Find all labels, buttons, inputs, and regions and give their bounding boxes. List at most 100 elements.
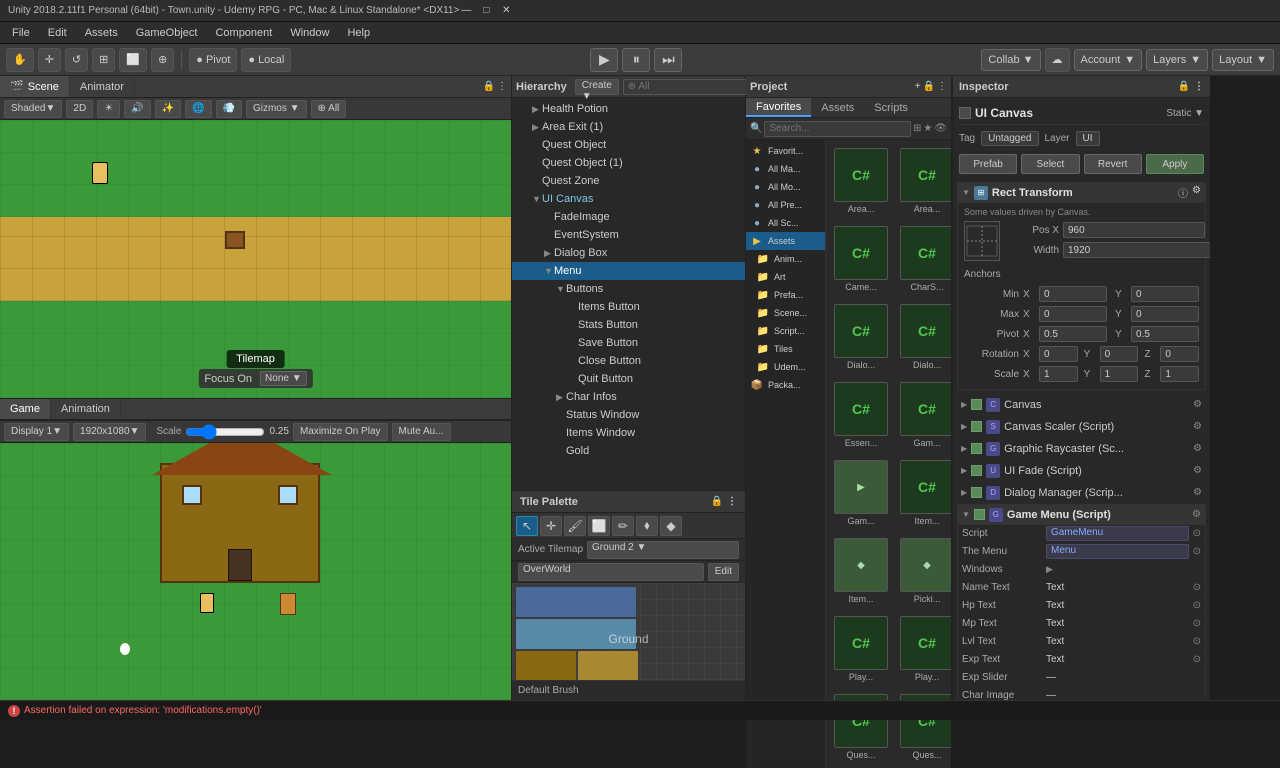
asset-item-came[interactable]: C# Came... (830, 222, 892, 296)
select-button[interactable]: Select (1021, 154, 1079, 174)
2d-button[interactable]: 2D (66, 100, 93, 118)
raycaster-checkbox[interactable] (971, 443, 982, 454)
scene-tab[interactable]: 🎬 Scene (0, 76, 70, 97)
proj-item-animations[interactable]: 📁 Anim... (746, 250, 825, 268)
canvas-checkbox[interactable] (971, 399, 982, 410)
hier-item-fade-image[interactable]: FadeImage (512, 208, 745, 226)
ui-fade-checkbox[interactable] (971, 465, 982, 476)
menu-component[interactable]: Component (207, 25, 280, 41)
canvas-scaler-component[interactable]: ▶ S Canvas Scaler (Script) ⚙ (957, 416, 1206, 438)
layer-value[interactable]: UI (1076, 131, 1100, 146)
game-scene[interactable] (0, 443, 511, 700)
play-button[interactable]: ▶ (590, 48, 618, 72)
rot-x-input[interactable] (1039, 346, 1078, 362)
proj-tab-favorites[interactable]: Favorites (746, 98, 811, 117)
mute-btn[interactable]: Mute Au... (392, 423, 451, 441)
hier-item-char-infos[interactable]: ▶ Char Infos (512, 388, 745, 406)
asset-item-dialo2[interactable]: C# Dialo... (896, 300, 951, 374)
asset-item-dialo1[interactable]: C# Dialo... (830, 300, 892, 374)
menu-gameobject[interactable]: GameObject (128, 25, 206, 41)
asset-item-picki[interactable]: ◆ Picki... (896, 534, 951, 608)
raycaster-component[interactable]: ▶ G Graphic Raycaster (Sc... ⚙ (957, 438, 1206, 460)
scaler-checkbox[interactable] (971, 421, 982, 432)
menu-window[interactable]: Window (282, 25, 337, 41)
proj-item-tiles[interactable]: 📁 Tiles (746, 340, 825, 358)
resolution-dropdown[interactable]: 1920x1080 ▼ (73, 423, 146, 441)
hier-item-save-button[interactable]: Save Button (512, 334, 745, 352)
animation-tab[interactable]: Animation (51, 399, 121, 419)
scene-more-icon[interactable]: ⋮ (497, 81, 507, 92)
eyedrop-btn[interactable]: ◆ (660, 516, 682, 536)
canvas-gear[interactable]: ⚙ (1193, 399, 1202, 410)
width-input[interactable] (1063, 242, 1210, 258)
ui-fade-component[interactable]: ▶ U UI Fade (Script) ⚙ (957, 460, 1206, 482)
game-menu-checkbox[interactable] (974, 509, 985, 520)
hier-item-stats-button[interactable]: Stats Button (512, 316, 745, 334)
rect-transform-header[interactable]: ▼ ⊞ Rect Transform ⓘ ⚙ (958, 183, 1205, 203)
revert-button[interactable]: Revert (1084, 154, 1142, 174)
min-x-input[interactable] (1039, 286, 1107, 302)
proj-item-all-materials[interactable]: ● All Ma... (746, 160, 825, 178)
tile-canvas-area[interactable]: Ground (512, 583, 745, 680)
proj-item-prefabs[interactable]: 📁 Prefa... (746, 286, 825, 304)
static-dropdown[interactable]: Static ▼ (1166, 108, 1204, 119)
pivot-x-input[interactable] (1039, 326, 1107, 342)
project-search-input[interactable] (764, 121, 910, 137)
menu-edit[interactable]: Edit (40, 25, 75, 41)
move-tool-button[interactable]: ✛ (38, 48, 61, 72)
asset-item-gam2[interactable]: ▶ Gam... (830, 456, 892, 530)
close-button[interactable]: ✕ (499, 4, 513, 18)
fog-button[interactable]: 💨 (216, 100, 242, 118)
fx-button[interactable]: ✨ (155, 100, 181, 118)
hier-item-quest-obj[interactable]: Quest Object (512, 136, 745, 154)
hand-tool-button[interactable]: ✋ (6, 48, 34, 72)
hier-item-menu[interactable]: ▼ Menu (512, 262, 745, 280)
shading-dropdown[interactable]: Shaded ▼ (4, 100, 62, 118)
asset-item-area1[interactable]: C# Area... (830, 144, 892, 218)
insp-more-icon[interactable]: ⋮ (1194, 81, 1204, 92)
hierarchy-search[interactable] (623, 79, 765, 95)
game-menu-header[interactable]: ▼ G Game Menu (Script) ⚙ (958, 505, 1205, 525)
pos-x-input[interactable] (1063, 222, 1205, 238)
hier-item-ui-canvas[interactable]: ▼ UI Canvas (512, 190, 745, 208)
dialog-checkbox[interactable] (971, 487, 982, 498)
proj-tab-scripts[interactable]: Scripts (864, 98, 918, 117)
hier-item-quit-button[interactable]: Quit Button (512, 370, 745, 388)
collab-dropdown[interactable]: Collab ▼ (981, 49, 1040, 71)
gizmos-dropdown[interactable]: Gizmos ▼ (246, 100, 307, 118)
obj-active-checkbox[interactable] (959, 107, 971, 119)
dialog-gear[interactable]: ⚙ (1193, 487, 1202, 498)
canvas-component[interactable]: ▶ C Canvas ⚙ (957, 394, 1206, 416)
max-y-input[interactable] (1131, 306, 1199, 322)
pause-button[interactable]: ⏸ (622, 48, 650, 72)
proj-item-all-prefabs[interactable]: ● All Pre... (746, 196, 825, 214)
account-dropdown[interactable]: Account ▼ (1074, 49, 1143, 71)
maximize-button[interactable]: □ (479, 4, 493, 18)
asset-item-area2[interactable]: C# Area... (896, 144, 951, 218)
raycaster-gear[interactable]: ⚙ (1193, 443, 1202, 454)
hier-item-event-system[interactable]: EventSystem (512, 226, 745, 244)
proj-item-packages[interactable]: 📦 Packa... (746, 376, 825, 394)
hier-item-items-window[interactable]: Items Window (512, 424, 745, 442)
proj-item-favorites-star[interactable]: ★ Favorit... (746, 142, 825, 160)
scale-tool-button[interactable]: ⊞ (92, 48, 115, 72)
sort-icon[interactable]: ⊞ (913, 123, 921, 134)
step-button[interactable]: ⏭ (654, 48, 682, 72)
skybox-button[interactable]: 🌐 (185, 100, 211, 118)
hier-item-items-button[interactable]: Items Button (512, 298, 745, 316)
proj-more-icon[interactable]: ⋮ (937, 81, 947, 92)
asset-item-item1[interactable]: C# Item... (896, 456, 951, 530)
proj-item-scripts-folder[interactable]: 📁 Script... (746, 322, 825, 340)
proj-item-assets[interactable]: ▶ Assets (746, 232, 825, 250)
apply-button[interactable]: Apply (1146, 154, 1204, 174)
scaler-gear[interactable]: ⚙ (1193, 421, 1202, 432)
asset-item-play2[interactable]: C# Play... (896, 612, 951, 686)
tile-palette-more[interactable]: ⋮ (727, 496, 737, 507)
hier-item-quest-zone[interactable]: Quest Zone (512, 172, 745, 190)
dialog-manager-component[interactable]: ▶ D Dialog Manager (Scrip... ⚙ (957, 482, 1206, 504)
eraser-btn[interactable]: ✏ (612, 516, 634, 536)
tile-edit-btn[interactable]: Edit (708, 563, 739, 581)
hier-item-area-exit[interactable]: ▶ Area Exit (1) (512, 118, 745, 136)
rotate-tool-button[interactable]: ↺ (65, 48, 88, 72)
proj-item-art[interactable]: 📁 Art (746, 268, 825, 286)
